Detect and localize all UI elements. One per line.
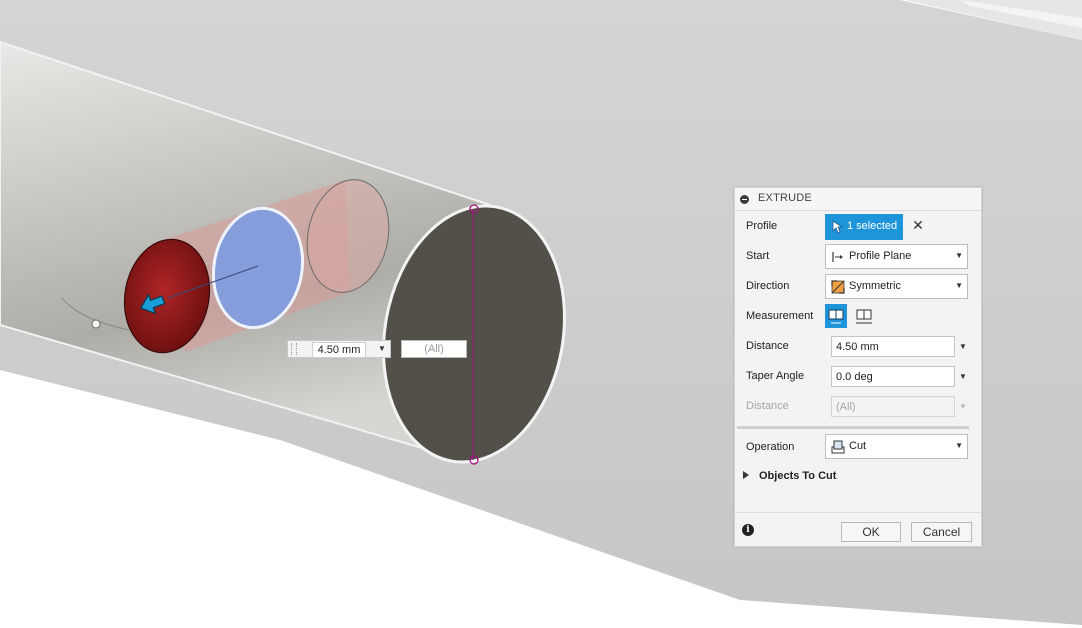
dialog-header: EXTRUDE [735,188,981,211]
collapse-icon[interactable] [740,195,749,204]
cut-icon [831,440,845,454]
profile-selection-label: 1 selected [847,220,898,232]
expand-triangle-icon[interactable] [743,471,749,479]
operation-select[interactable]: Cut ▼ [825,434,968,459]
info-icon[interactable]: i [742,524,754,536]
dialog-title: EXTRUDE [758,192,812,204]
distance2-input-value: (All) [836,401,856,413]
chevron-down-icon[interactable]: ▼ [959,372,967,381]
chevron-down-icon[interactable]: ▼ [959,342,967,351]
distance-label: Distance [746,340,789,352]
drag-grip-icon[interactable] [291,343,297,355]
chevron-down-icon: ▼ [959,402,967,411]
cursor-icon [832,220,844,234]
direction-select-value: Symmetric [849,280,901,292]
taper-angle-input-value: 0.0 deg [836,371,873,383]
pivot-point[interactable] [91,319,101,329]
ok-button[interactable]: OK [841,522,901,542]
taper-angle-input[interactable]: 0.0 deg [831,366,955,387]
cancel-button[interactable]: Cancel [911,522,972,542]
operation-label: Operation [746,441,795,453]
distance-input-value: 4.50 mm [836,341,879,353]
chevron-down-icon: ▼ [955,251,963,260]
start-select-value: Profile Plane [849,250,912,262]
distance2-label: Distance [746,400,789,412]
chevron-down-icon: ▼ [955,281,963,290]
direction-select[interactable]: Symmetric ▼ [825,274,968,299]
distance2-manipulator-input[interactable]: (All) [401,340,467,358]
chevron-down-icon[interactable]: ▼ [376,341,388,357]
profile-label: Profile [746,220,778,232]
start-select[interactable]: Profile Plane ▼ [825,244,968,269]
distance-manipulator-input[interactable]: 4.50 mm ▼ [287,340,391,358]
operation-select-value: Cut [849,440,867,452]
start-label: Start [746,250,770,262]
dialog-footer: i OK Cancel [735,512,981,547]
profile-selection-button[interactable]: 1 selected [825,214,903,240]
measurement-half-length-button[interactable] [825,304,847,328]
symmetric-icon [831,280,845,294]
close-icon[interactable]: ✕ [911,218,925,232]
objects-to-cut-toggle[interactable]: Objects To Cut [759,470,836,482]
direction-label: Direction [746,280,790,292]
distance-input[interactable]: 4.50 mm [831,336,955,357]
distance-manipulator-value[interactable]: 4.50 mm [312,342,366,358]
whole-length-icon [856,309,872,324]
chevron-down-icon: ▼ [955,441,963,450]
taper-angle-label: Taper Angle [746,370,805,382]
half-length-icon [828,309,844,324]
profile-plane-icon [832,252,843,262]
measurement-label: Measurement [746,310,814,322]
distance2-input: (All) [831,396,955,417]
extrude-dialog: EXTRUDE Profile 1 selected ✕ Start Profi… [734,187,982,547]
measurement-whole-length-button[interactable] [853,304,875,328]
section-divider [737,426,969,429]
